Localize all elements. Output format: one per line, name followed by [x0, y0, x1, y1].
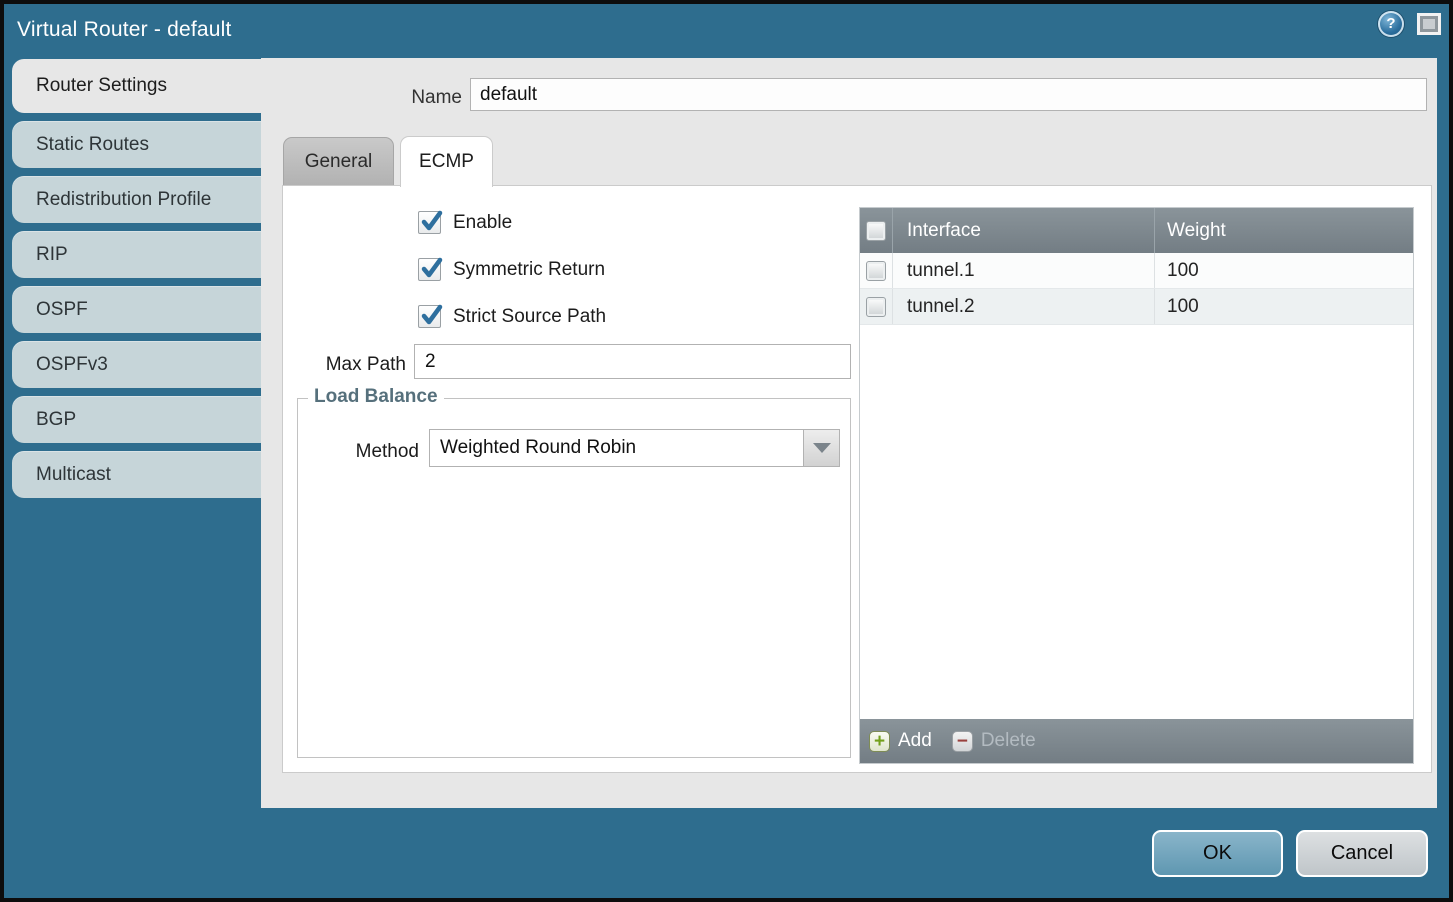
strict-source-path-label: Strict Source Path	[453, 306, 606, 328]
dialog-titlebar: Virtual Router - default ?	[4, 4, 1449, 58]
select-all-checkbox[interactable]	[866, 221, 886, 241]
delete-button-label: Delete	[981, 730, 1036, 752]
ok-button[interactable]: OK	[1152, 830, 1283, 877]
max-path-label: Max Path	[283, 354, 406, 376]
add-button-label: Add	[898, 730, 932, 752]
check-icon	[419, 256, 445, 282]
sidebar-item-ospf[interactable]: OSPF	[12, 286, 261, 333]
interface-table-header: Interface Weight	[860, 208, 1413, 253]
load-balance-legend: Load Balance	[308, 386, 444, 408]
add-icon: +	[869, 731, 890, 752]
name-input[interactable]	[470, 78, 1427, 111]
cancel-button[interactable]: Cancel	[1296, 830, 1428, 877]
help-icon[interactable]: ?	[1378, 11, 1404, 37]
max-path-input[interactable]	[414, 344, 851, 379]
row-checkbox[interactable]	[866, 261, 886, 281]
cell-interface: tunnel.2	[893, 289, 1155, 324]
main-panel: Name General ECMP Enable Symme	[261, 58, 1437, 808]
interface-table: Interface Weight tunnel.1 100 tunnel.2 1…	[859, 207, 1414, 764]
load-balance-group: Load Balance Method Weighted Round Robin	[297, 398, 851, 758]
strict-source-path-checkbox[interactable]	[418, 305, 441, 328]
strict-source-path-row: Strict Source Path	[418, 305, 606, 328]
symmetric-return-label: Symmetric Return	[453, 259, 605, 281]
method-label: Method	[298, 441, 419, 463]
row-checkbox[interactable]	[866, 297, 886, 317]
dialog-title: Virtual Router - default	[17, 4, 232, 56]
restore-window-icon-inner	[1423, 19, 1435, 29]
sidebar-item-static-routes[interactable]: Static Routes	[12, 121, 261, 168]
cell-interface: tunnel.1	[893, 253, 1155, 288]
table-row[interactable]: tunnel.2 100	[860, 289, 1413, 325]
column-header-interface: Interface	[893, 208, 1155, 253]
enable-label: Enable	[453, 212, 512, 234]
method-selected-value: Weighted Round Robin	[440, 430, 636, 466]
check-icon	[419, 209, 445, 235]
ecmp-tab-content: Enable Symmetric Return Strict Source Pa…	[282, 185, 1432, 773]
sidebar-item-rip[interactable]: RIP	[12, 231, 261, 278]
column-header-weight: Weight	[1155, 208, 1413, 253]
sidebar-item-bgp[interactable]: BGP	[12, 396, 261, 443]
method-select[interactable]: Weighted Round Robin	[429, 429, 840, 467]
method-dropdown-button[interactable]	[803, 430, 839, 466]
chevron-down-icon	[813, 443, 831, 453]
check-icon	[419, 303, 445, 329]
add-button[interactable]: + Add	[869, 730, 932, 752]
enable-checkbox[interactable]	[418, 211, 441, 234]
interface-table-footer: + Add − Delete	[860, 719, 1413, 763]
delete-button[interactable]: − Delete	[952, 730, 1036, 752]
tab-ecmp[interactable]: ECMP	[400, 136, 493, 187]
restore-window-icon[interactable]	[1417, 13, 1441, 35]
symmetric-return-checkbox[interactable]	[418, 258, 441, 281]
sidebar-item-router-settings[interactable]: Router Settings	[12, 59, 261, 113]
table-row[interactable]: tunnel.1 100	[860, 253, 1413, 289]
sidebar-item-multicast[interactable]: Multicast	[12, 451, 261, 498]
row-checkbox-cell	[860, 289, 893, 324]
sidebar: Router Settings Static Routes Redistribu…	[12, 59, 261, 498]
virtual-router-dialog: Virtual Router - default ? Router Settin…	[0, 0, 1453, 902]
delete-icon: −	[952, 731, 973, 752]
name-label: Name	[361, 87, 462, 109]
row-checkbox-cell	[860, 253, 893, 288]
table-empty-space	[860, 325, 1413, 719]
header-checkbox-cell	[860, 208, 893, 253]
symmetric-return-row: Symmetric Return	[418, 258, 605, 281]
cell-weight: 100	[1155, 296, 1413, 318]
cell-weight: 100	[1155, 260, 1413, 282]
sidebar-item-redistribution-profile[interactable]: Redistribution Profile	[12, 176, 261, 223]
tab-general[interactable]: General	[283, 137, 394, 185]
enable-row: Enable	[418, 211, 512, 234]
sidebar-item-ospfv3[interactable]: OSPFv3	[12, 341, 261, 388]
